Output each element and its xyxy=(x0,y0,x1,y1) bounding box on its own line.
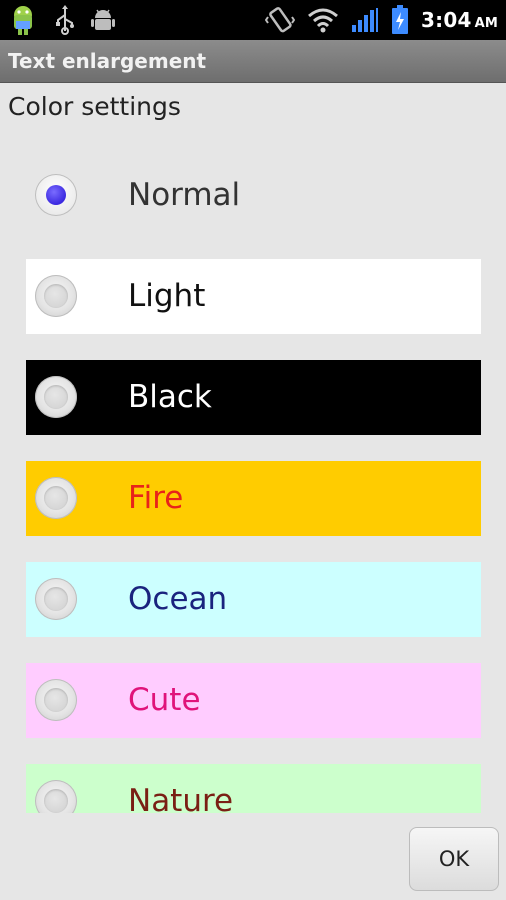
radio-button[interactable] xyxy=(35,174,77,216)
signal-icon xyxy=(352,8,379,32)
radio-button[interactable] xyxy=(35,275,77,317)
clock-ampm: AM xyxy=(474,16,498,31)
wifi-icon xyxy=(308,8,339,33)
ok-button[interactable]: OK xyxy=(409,827,499,891)
radio-indicator xyxy=(44,587,68,611)
option-label: Ocean xyxy=(128,581,228,617)
usb-icon xyxy=(56,5,74,35)
battery-charging-icon xyxy=(392,5,409,34)
option-label: Fire xyxy=(128,480,184,516)
color-option-black[interactable]: Black xyxy=(26,360,481,435)
radio-button[interactable] xyxy=(35,578,77,620)
color-option-ocean[interactable]: Ocean xyxy=(26,562,481,637)
color-option-light[interactable]: Light xyxy=(26,259,481,334)
option-label: Black xyxy=(128,379,212,415)
radio-button[interactable] xyxy=(35,780,77,813)
android-icon xyxy=(14,6,32,35)
notification-icons xyxy=(6,4,116,36)
clock: 3:04 AM xyxy=(421,8,498,32)
radio-button[interactable] xyxy=(35,376,77,418)
color-option-cute[interactable]: Cute xyxy=(26,663,481,738)
vibrate-icon xyxy=(265,7,296,33)
radio-button[interactable] xyxy=(35,679,77,721)
radio-button[interactable] xyxy=(35,477,77,519)
section-title: Color settings xyxy=(8,92,181,121)
option-label: Cute xyxy=(128,682,201,718)
color-options-list[interactable]: Normal Light Black Fire Ocean Cute Natur… xyxy=(0,150,506,813)
dialog-title: Text enlargement xyxy=(8,49,207,73)
radio-indicator xyxy=(46,185,66,205)
clock-time: 3:04 xyxy=(421,8,472,32)
option-label: Light xyxy=(128,278,206,314)
radio-indicator xyxy=(44,284,68,308)
radio-indicator xyxy=(44,385,68,409)
dialog-title-bar: Text enlargement xyxy=(0,40,506,83)
status-bar: 3:04 AM xyxy=(0,0,506,40)
debug-icon xyxy=(91,9,115,30)
radio-indicator xyxy=(44,688,68,712)
radio-indicator xyxy=(44,789,68,813)
system-status-icons: 3:04 AM xyxy=(265,0,498,40)
color-option-fire[interactable]: Fire xyxy=(26,461,481,536)
option-label: Normal xyxy=(128,177,241,213)
color-option-normal[interactable]: Normal xyxy=(26,158,481,233)
option-label: Nature xyxy=(128,783,234,813)
radio-indicator xyxy=(44,486,68,510)
color-option-nature[interactable]: Nature xyxy=(26,764,481,813)
